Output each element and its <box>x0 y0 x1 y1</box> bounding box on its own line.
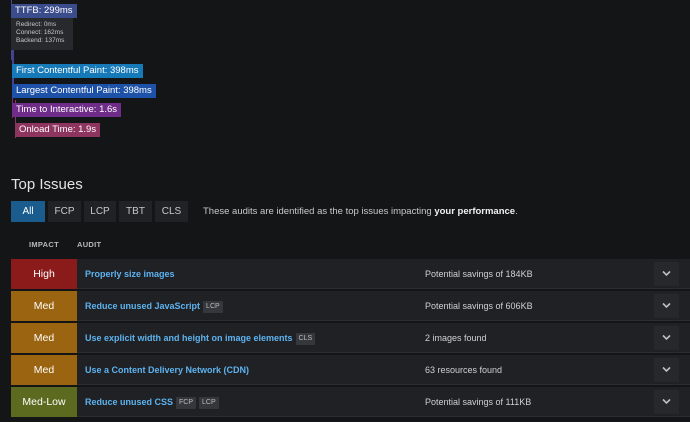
onload-label: Onload Time: 1.9s <box>15 123 101 137</box>
audit-column-header: AUDIT <box>77 240 102 249</box>
metric-badge: FCP <box>176 396 197 409</box>
impact-badge: Med <box>11 355 77 385</box>
issue-filter-tabs: All FCP LCP TBT CLS <box>11 201 191 222</box>
audit-title: Reduce unused CSS <box>85 397 174 407</box>
audit-link[interactable]: Use a Content Delivery Network (CDN) <box>85 355 249 385</box>
chevron-down-icon <box>662 398 671 405</box>
audit-link[interactable]: Use explicit width and height on image e… <box>85 323 316 353</box>
tti-label: Time to Interactive: 1.6s <box>12 103 122 117</box>
expand-button[interactable] <box>654 326 679 350</box>
tabs-description: These audits are identified as the top i… <box>203 201 518 222</box>
waterfall-timeline: TTFB: 299ms Redirect: 0ms Connect: 162ms… <box>0 0 690 145</box>
expand-button[interactable] <box>654 262 679 286</box>
chevron-down-icon <box>662 270 671 277</box>
audit-link[interactable]: Reduce unused CSS FCP LCP <box>85 387 219 417</box>
metric-badge: LCP <box>199 396 219 409</box>
table-row[interactable]: High Properly size images Potential saving… <box>11 259 690 289</box>
audit-link[interactable]: Properly size images <box>85 259 175 289</box>
tab-all[interactable]: All <box>11 201 45 222</box>
table-row[interactable]: Med Reduce unused JavaScript LCP Potential … <box>11 291 690 321</box>
chevron-down-icon <box>662 366 671 373</box>
chevron-down-icon <box>662 334 671 341</box>
savings-text: Potential savings of 606KB <box>425 301 533 311</box>
expand-button[interactable] <box>654 294 679 318</box>
savings-text: 63 resources found <box>425 365 503 375</box>
savings-text: Potential savings of 184KB <box>425 269 533 279</box>
ttfb-backend: Backend: 137ms <box>16 37 65 45</box>
tab-fcp[interactable]: FCP <box>48 201 81 222</box>
savings-text: 2 images found <box>425 333 487 343</box>
impact-badge: Med-Low <box>11 387 77 417</box>
audit-title: Use explicit width and height on image e… <box>85 333 293 343</box>
impact-badge: High <box>11 259 77 289</box>
audit-title: Use a Content Delivery Network (CDN) <box>85 365 250 375</box>
tab-cls[interactable]: CLS <box>155 201 188 222</box>
section-title: Top Issues <box>11 176 83 193</box>
impact-column-header: IMPACT <box>29 240 59 249</box>
tab-lcp[interactable]: LCP <box>84 201 116 222</box>
table-row[interactable]: Med Use a Content Delivery Network (CDN) 6… <box>11 355 690 385</box>
tabs-description-bold: your performance <box>434 206 516 217</box>
audit-link[interactable]: Reduce unused JavaScript LCP <box>85 291 223 321</box>
table-row[interactable]: Med-Low Reduce unused CSS FCP LCP Potential … <box>11 387 690 417</box>
ttfb-label: TTFB: 299ms <box>11 4 77 18</box>
chevron-down-icon <box>662 302 671 309</box>
impact-badge: Med <box>11 291 77 321</box>
table-header: IMPACT AUDIT <box>11 233 690 257</box>
issues-table: IMPACT AUDIT High Properly size images Pot… <box>11 233 690 417</box>
savings-text: Potential savings of 111KB <box>425 397 532 407</box>
tab-tbt[interactable]: TBT <box>119 201 152 222</box>
tabs-description-text: These audits are identified as the top i… <box>203 206 435 217</box>
audit-title: Properly size images <box>85 269 175 279</box>
expand-button[interactable] <box>654 390 679 414</box>
table-body: High Properly size images Potential saving… <box>11 259 690 417</box>
ttfb-redirect: Redirect: 0ms <box>16 21 57 28</box>
ttfb-breakdown: Redirect: 0ms Connect: 162ms Backend: 13… <box>16 21 64 46</box>
ttfb-connect: Connect: 162ms <box>16 29 64 37</box>
lcp-label: Largest Contentful Paint: 398ms <box>12 84 156 98</box>
table-row[interactable]: Med Use explicit width and height on imag… <box>11 323 690 353</box>
audit-title: Reduce unused JavaScript <box>85 301 201 311</box>
impact-badge: Med <box>11 323 77 353</box>
expand-button[interactable] <box>654 358 679 382</box>
tabs-description-end: . <box>515 206 518 217</box>
fcp-label: First Contentful Paint: 398ms <box>12 64 143 78</box>
metric-badge: CLS <box>295 332 316 345</box>
metric-badge: LCP <box>203 300 223 313</box>
